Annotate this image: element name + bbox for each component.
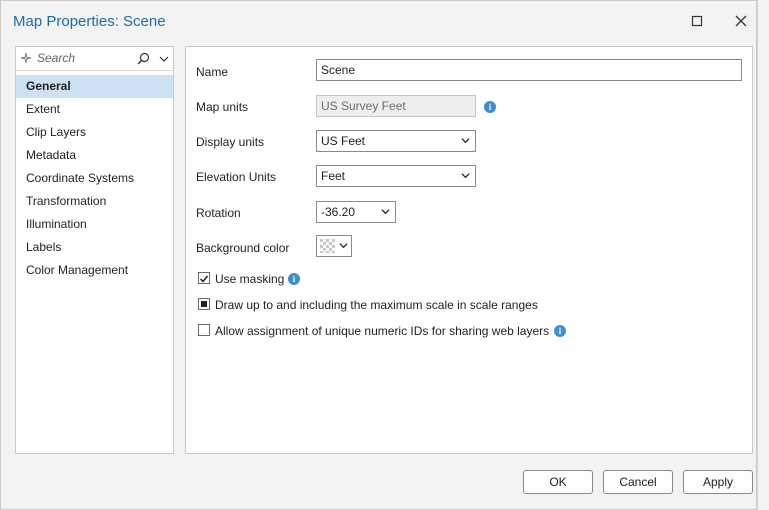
sidebar-item-extent[interactable]: Extent bbox=[16, 98, 173, 121]
map-units-field: US Survey Feet bbox=[316, 95, 476, 117]
rotation-combo[interactable]: -36.20 bbox=[316, 201, 396, 223]
draw-up-to-max-scale-checkbox[interactable] bbox=[198, 298, 210, 310]
indeterminate-mark-icon bbox=[201, 301, 207, 307]
background-window-edge bbox=[757, 0, 769, 510]
allow-unique-ids-checkbox[interactable] bbox=[198, 324, 210, 336]
rotation-value: -36.20 bbox=[321, 205, 356, 219]
map-properties-dialog: Map Properties: Scene General Extent Cli bbox=[0, 0, 757, 510]
cancel-button[interactable]: Cancel bbox=[603, 470, 673, 494]
search-icon[interactable] bbox=[137, 52, 150, 68]
search-input[interactable] bbox=[37, 50, 137, 66]
map-units-label: Map units bbox=[196, 100, 249, 114]
info-icon[interactable]: i bbox=[288, 273, 300, 285]
elevation-units-value: Feet bbox=[321, 169, 346, 183]
use-masking-checkbox[interactable] bbox=[198, 272, 210, 284]
sidebar-nav: General Extent Clip Layers Metadata Coor… bbox=[16, 75, 173, 282]
sidebar-item-illumination[interactable]: Illumination bbox=[16, 213, 173, 236]
name-label: Name bbox=[196, 65, 229, 79]
draw-up-to-max-scale-label[interactable]: Draw up to and including the maximum sca… bbox=[215, 298, 538, 312]
use-masking-label[interactable]: Use masking bbox=[215, 272, 284, 286]
chevron-down-icon bbox=[339, 236, 348, 256]
elevation-units-select[interactable]: Feet bbox=[316, 165, 476, 187]
display-units-label: Display units bbox=[196, 135, 265, 149]
allow-unique-ids-label[interactable]: Allow assignment of unique numeric IDs f… bbox=[215, 324, 549, 338]
close-button[interactable] bbox=[729, 10, 753, 34]
sidebar: General Extent Clip Layers Metadata Coor… bbox=[15, 46, 174, 454]
display-units-select[interactable]: US Feet bbox=[316, 130, 476, 152]
sparkle-icon bbox=[20, 52, 32, 67]
maximize-button[interactable] bbox=[685, 10, 709, 34]
close-icon bbox=[735, 15, 747, 30]
chevron-down-icon bbox=[461, 131, 470, 151]
checkmark-icon bbox=[199, 273, 209, 287]
info-icon[interactable]: i bbox=[554, 325, 566, 337]
sidebar-item-coordinate-systems[interactable]: Coordinate Systems bbox=[16, 167, 173, 190]
display-units-value: US Feet bbox=[321, 134, 366, 148]
name-input[interactable]: Scene bbox=[316, 59, 742, 81]
background-color-picker[interactable] bbox=[316, 235, 352, 257]
general-panel: Name Scene Map units US Survey Feet i Di… bbox=[185, 46, 753, 454]
chevron-down-icon bbox=[461, 166, 470, 186]
sidebar-search bbox=[16, 47, 173, 71]
sidebar-item-color-management[interactable]: Color Management bbox=[16, 259, 173, 282]
ok-button[interactable]: OK bbox=[523, 470, 593, 494]
sidebar-item-clip-layers[interactable]: Clip Layers bbox=[16, 121, 173, 144]
rotation-label: Rotation bbox=[196, 206, 241, 220]
sidebar-item-transformation[interactable]: Transformation bbox=[16, 190, 173, 213]
info-icon[interactable]: i bbox=[484, 101, 496, 113]
background-color-label: Background color bbox=[196, 241, 290, 255]
sidebar-item-labels[interactable]: Labels bbox=[16, 236, 173, 259]
maximize-icon bbox=[691, 15, 703, 30]
sidebar-item-metadata[interactable]: Metadata bbox=[16, 144, 173, 167]
chevron-down-icon[interactable] bbox=[159, 53, 169, 67]
sidebar-item-general[interactable]: General bbox=[16, 75, 173, 98]
elevation-units-label: Elevation Units bbox=[196, 170, 277, 184]
apply-button[interactable]: Apply bbox=[683, 470, 753, 494]
dialog-title: Map Properties: Scene bbox=[13, 13, 166, 30]
transparent-swatch-icon bbox=[319, 238, 336, 259]
chevron-down-icon bbox=[381, 202, 390, 222]
